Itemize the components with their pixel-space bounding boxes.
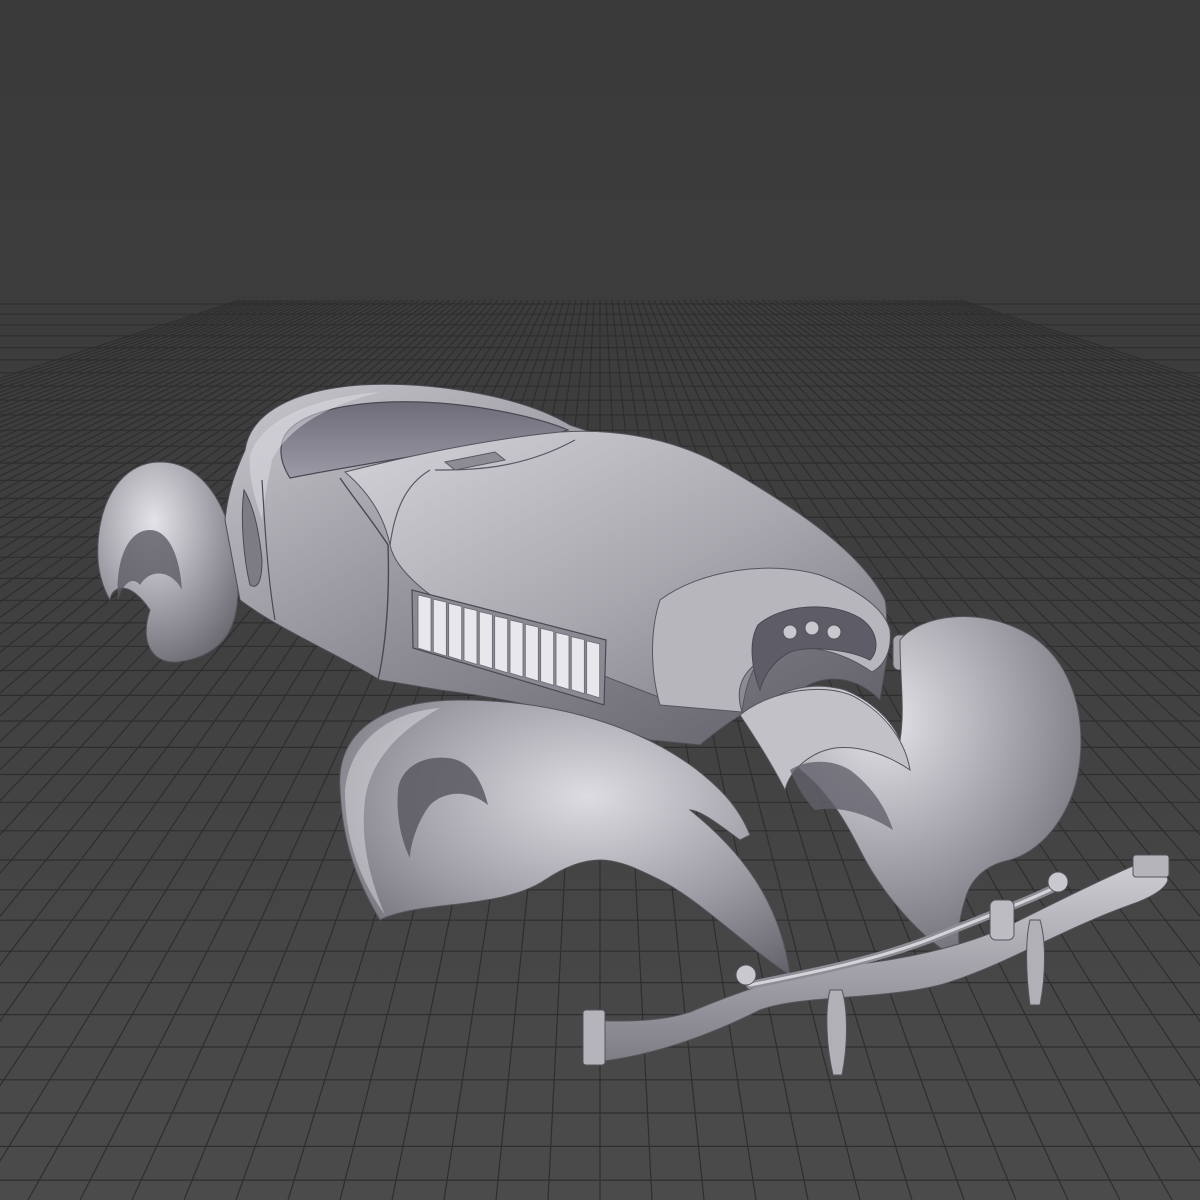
louver-slat	[463, 606, 478, 666]
louver-slat	[555, 631, 570, 691]
louver-slat	[586, 640, 601, 699]
louver-slat	[448, 602, 463, 661]
louver-slat	[478, 611, 493, 670]
louver-slat	[570, 636, 585, 695]
louver-slat	[524, 623, 539, 682]
viewport-canvas[interactable]	[0, 0, 1200, 1200]
louver-slat	[432, 598, 447, 657]
louver-slat	[509, 619, 524, 678]
3d-viewport[interactable]	[0, 0, 1200, 1200]
louver-slat	[417, 594, 432, 653]
louver-slat	[494, 615, 509, 674]
louver-slat	[540, 627, 555, 686]
